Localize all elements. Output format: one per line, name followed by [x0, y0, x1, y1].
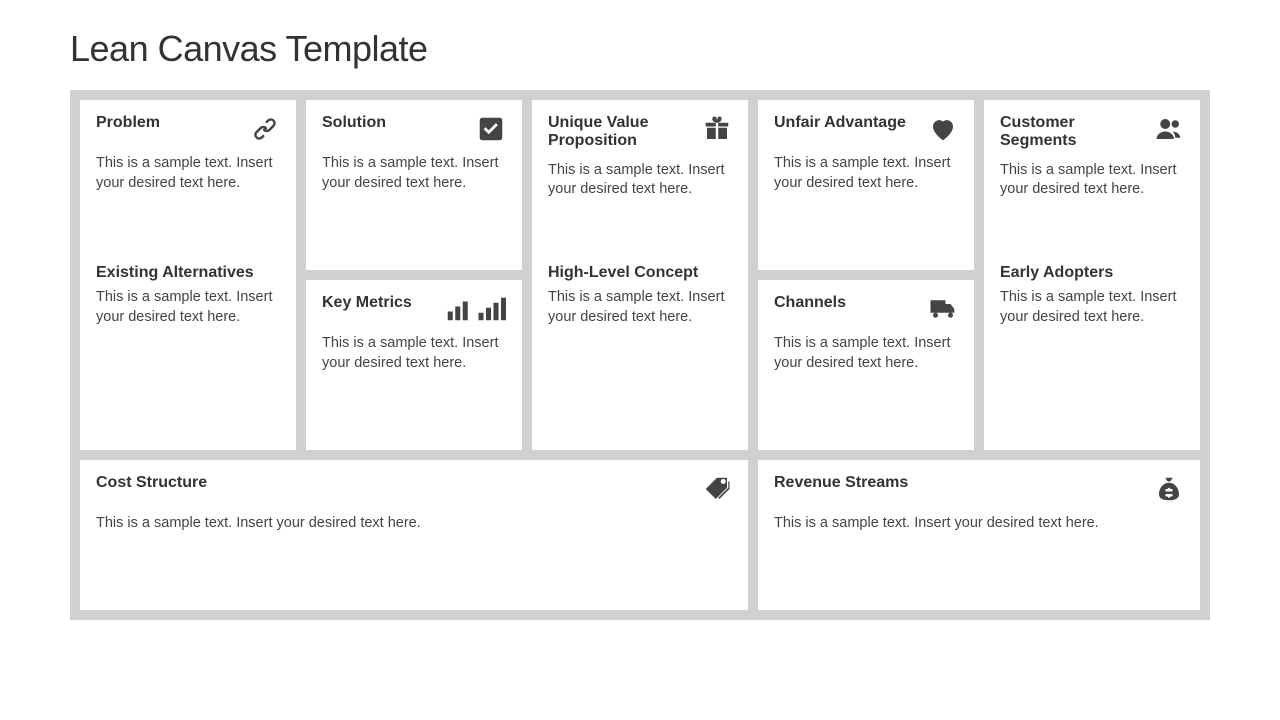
cell-uvp: Unique Value Proposition This is a sampl…	[532, 100, 748, 450]
cell-solution: Solution This is a sample text. Insert y…	[306, 100, 522, 270]
cost-structure-body: This is a sample text. Insert your desir…	[96, 514, 436, 534]
customer-segments-body: This is a sample text. Insert your desir…	[1000, 161, 1184, 200]
customer-segments-title: Customer Segments	[1000, 114, 1154, 151]
link-icon	[250, 114, 280, 144]
cell-problem: Problem This is a sample text. Insert yo…	[80, 100, 296, 450]
uvp-body: This is a sample text. Insert your desir…	[548, 161, 732, 200]
page: Lean Canvas Template Problem This is a s…	[0, 0, 1280, 620]
channels-body: This is a sample text. Insert your desir…	[774, 334, 958, 373]
users-icon	[1154, 114, 1184, 144]
gift-icon	[702, 114, 732, 144]
truck-icon	[928, 294, 958, 324]
lean-canvas: Problem This is a sample text. Insert yo…	[70, 90, 1210, 620]
unfair-advantage-title: Unfair Advantage	[774, 114, 906, 132]
early-adopters-title: Early Adopters	[1000, 264, 1184, 282]
cell-customer-segments: Customer Segments This is a sample text.…	[984, 100, 1200, 450]
bar-chart-icon	[476, 294, 506, 324]
existing-alternatives-body: This is a sample text. Insert your desir…	[96, 288, 280, 327]
checkbox-icon	[476, 114, 506, 144]
key-metrics-title: Key Metrics	[322, 294, 412, 312]
key-metrics-body: This is a sample text. Insert your desir…	[322, 334, 506, 373]
early-adopters-body: This is a sample text. Insert your desir…	[1000, 288, 1184, 327]
money-bag-icon	[1154, 474, 1184, 504]
channels-title: Channels	[774, 294, 846, 312]
bar-chart-icon	[444, 294, 474, 324]
revenue-streams-title: Revenue Streams	[774, 474, 908, 492]
heart-icon	[928, 114, 958, 144]
revenue-streams-body: This is a sample text. Insert your desir…	[774, 514, 1114, 534]
solution-body: This is a sample text. Insert your desir…	[322, 154, 506, 193]
high-level-concept-title: High-Level Concept	[548, 264, 732, 282]
cell-unfair-advantage: Unfair Advantage This is a sample text. …	[758, 100, 974, 270]
cost-structure-title: Cost Structure	[96, 474, 207, 492]
existing-alternatives-title: Existing Alternatives	[96, 264, 280, 282]
high-level-concept-body: This is a sample text. Insert your desir…	[548, 288, 732, 327]
page-title: Lean Canvas Template	[70, 28, 1210, 70]
solution-title: Solution	[322, 114, 386, 132]
problem-title: Problem	[96, 114, 160, 132]
cell-revenue-streams: Revenue Streams This is a sample text. I…	[758, 460, 1200, 610]
cell-cost-structure: Cost Structure This is a sample text. In…	[80, 460, 748, 610]
uvp-title: Unique Value Proposition	[548, 114, 702, 151]
cell-channels: Channels This is a sample text. Insert y…	[758, 280, 974, 450]
cell-key-metrics: Key Metrics This is a sample text. Inser…	[306, 280, 522, 450]
problem-body: This is a sample text. Insert your desir…	[96, 154, 280, 193]
tag-icon	[702, 474, 732, 504]
unfair-advantage-body: This is a sample text. Insert your desir…	[774, 154, 958, 193]
